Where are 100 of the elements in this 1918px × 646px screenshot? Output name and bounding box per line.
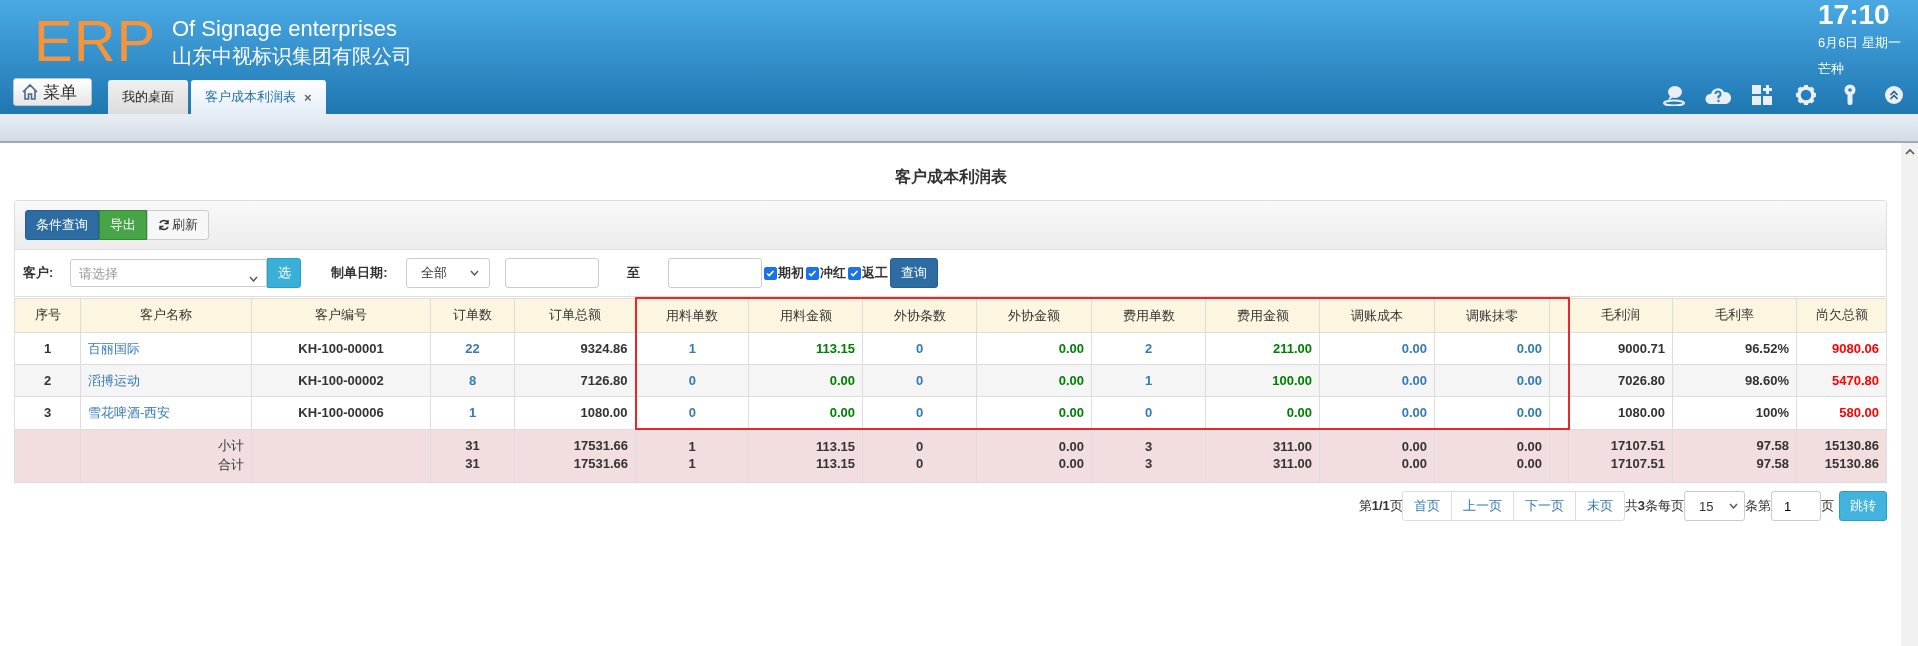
column-header: 毛利率 [1672, 298, 1797, 333]
checkbox[interactable] [763, 266, 777, 280]
company-name: 山东中视标识集团有限公司 [172, 44, 412, 69]
summary-cell: 97.58 [1672, 429, 1797, 456]
table-cell: 0.00 [1319, 364, 1435, 397]
page-button[interactable]: 下一页 [1512, 491, 1576, 521]
add-widget-icon[interactable] [1749, 84, 1775, 106]
column-header: 外协金额 [976, 298, 1092, 333]
table-cell: 580.00 [1796, 396, 1887, 429]
company-title: Of Signage enterprises [172, 16, 399, 42]
start-date-field[interactable] [504, 258, 599, 288]
summary-cell: 1 [635, 429, 749, 456]
page-button[interactable]: 首页 [1401, 491, 1452, 521]
column-header: 订单总额 [514, 298, 636, 333]
query-button[interactable]: 查询 [889, 258, 938, 288]
table-cell: 0.00 [976, 364, 1092, 397]
table-cell: 0.00 [1434, 364, 1550, 397]
toolbar-button[interactable]: 刷新 [147, 210, 209, 240]
table-cell: 1080.00 [1568, 396, 1673, 429]
summary-cell: 3 [1091, 456, 1206, 483]
column-header: 用料单数 [635, 298, 749, 333]
page-label: 条第 [1745, 497, 1771, 515]
table-link[interactable]: 1 [1091, 364, 1206, 397]
dropdown-caret-icon [469, 270, 479, 276]
table-link[interactable]: 0 [862, 364, 977, 397]
summary-cell: 17107.51 [1568, 456, 1673, 483]
table-link[interactable]: 8 [430, 364, 515, 397]
summary-cell: 97.58 [1672, 456, 1797, 483]
summary-cell: 113.15 [748, 456, 863, 483]
summary-cell: 311.00 [1205, 429, 1320, 456]
column-header: 尚欠总额 [1796, 298, 1887, 333]
customer-label: 客户: [23, 264, 54, 282]
summary-cell: 311.00 [1205, 456, 1320, 483]
table-link[interactable]: 滔搏运动 [80, 364, 252, 397]
table-cell: 7026.80 [1568, 364, 1673, 397]
summary-cell: 3 [1091, 429, 1206, 456]
table-cell: 211.00 [1205, 332, 1320, 365]
table-cell: 0.00 [1319, 332, 1435, 365]
table-cell: 3 [14, 396, 81, 429]
chat-icon[interactable] [1661, 84, 1687, 106]
menu-button[interactable]: 菜单 [13, 78, 92, 106]
customer-select[interactable]: 请选择 [70, 259, 268, 287]
table-link[interactable]: 0 [862, 332, 977, 365]
summary-cell: 17107.51 [1568, 429, 1673, 456]
page-button[interactable]: 上一页 [1450, 491, 1514, 521]
summary-cell: 0 [862, 429, 977, 456]
table-cell: 0.00 [1434, 332, 1550, 365]
table-cell: 0.00 [748, 364, 863, 397]
summary-cell: 1 [635, 456, 749, 483]
option-checkbox[interactable]: 期初 [763, 264, 804, 282]
dropdown-caret-icon [1729, 503, 1738, 509]
option-checkbox[interactable]: 返工 [847, 264, 888, 282]
scrollbar[interactable] [1901, 143, 1918, 646]
table-link[interactable]: 1 [430, 396, 515, 429]
column-header: 调账成本 [1319, 298, 1435, 333]
page-button[interactable]: 末页 [1574, 491, 1625, 521]
table-cell: 0.00 [976, 332, 1092, 365]
page-info: 第1/1页 [1358, 497, 1403, 515]
close-icon[interactable]: × [304, 89, 312, 105]
table-link[interactable]: 百丽国际 [80, 332, 252, 365]
summary-cell: 113.15 [748, 429, 863, 456]
toolbar-button[interactable]: 导出 [99, 210, 147, 240]
table-link[interactable]: 0 [635, 364, 749, 397]
table-link[interactable]: 22 [430, 332, 515, 365]
column-header: 用料金额 [748, 298, 863, 333]
table-cell: 2 [14, 364, 81, 397]
checkbox[interactable] [805, 266, 819, 280]
table-cell: 7126.80 [514, 364, 636, 397]
summary-cell: 0 [862, 456, 977, 483]
table-cell: KH-100-00006 [251, 396, 431, 429]
column-header: 客户名称 [80, 298, 252, 333]
tab[interactable]: 我的桌面 [108, 80, 188, 114]
settings-icon[interactable] [1793, 84, 1819, 106]
column-header: 费用单数 [1091, 298, 1206, 333]
table-cell: 9000.71 [1568, 332, 1673, 365]
pick-button[interactable]: 选 [267, 258, 302, 288]
summary-cell: 0.00 [1319, 429, 1435, 456]
page-number-field[interactable]: 1 [1771, 491, 1821, 521]
total-count: 共3条每页 [1624, 497, 1684, 515]
end-date-field[interactable] [667, 258, 762, 288]
scroll-up-icon[interactable] [1904, 147, 1915, 157]
clock-date: 6月6日 星期一 [1818, 34, 1903, 52]
summary-cell: 0.00 [976, 429, 1092, 456]
table-link[interactable]: 雪花啤酒-西安 [80, 396, 252, 429]
dropdown-caret-icon [249, 276, 259, 282]
summary-cell: 0.00 [1434, 429, 1550, 456]
table-cell: 1 [14, 332, 81, 365]
column-header: 调账抹零 [1434, 298, 1550, 333]
summary-label: 合计 [80, 456, 252, 483]
tab[interactable]: 客户成本利润表 × [191, 80, 326, 114]
checkbox[interactable] [847, 266, 861, 280]
page-size-select[interactable]: 15 [1684, 491, 1745, 521]
table-cell: 100.00 [1205, 364, 1320, 397]
table-cell: 96.52% [1672, 332, 1797, 365]
to-label: 至 [626, 264, 640, 282]
table-link[interactable]: 2 [1091, 332, 1206, 365]
summary-cell: 15130.86 [1796, 456, 1887, 483]
option-checkbox[interactable]: 冲红 [805, 264, 846, 282]
date-range-select[interactable]: 全部 [405, 258, 490, 288]
toolbar-button[interactable]: 条件查询 [25, 210, 99, 240]
